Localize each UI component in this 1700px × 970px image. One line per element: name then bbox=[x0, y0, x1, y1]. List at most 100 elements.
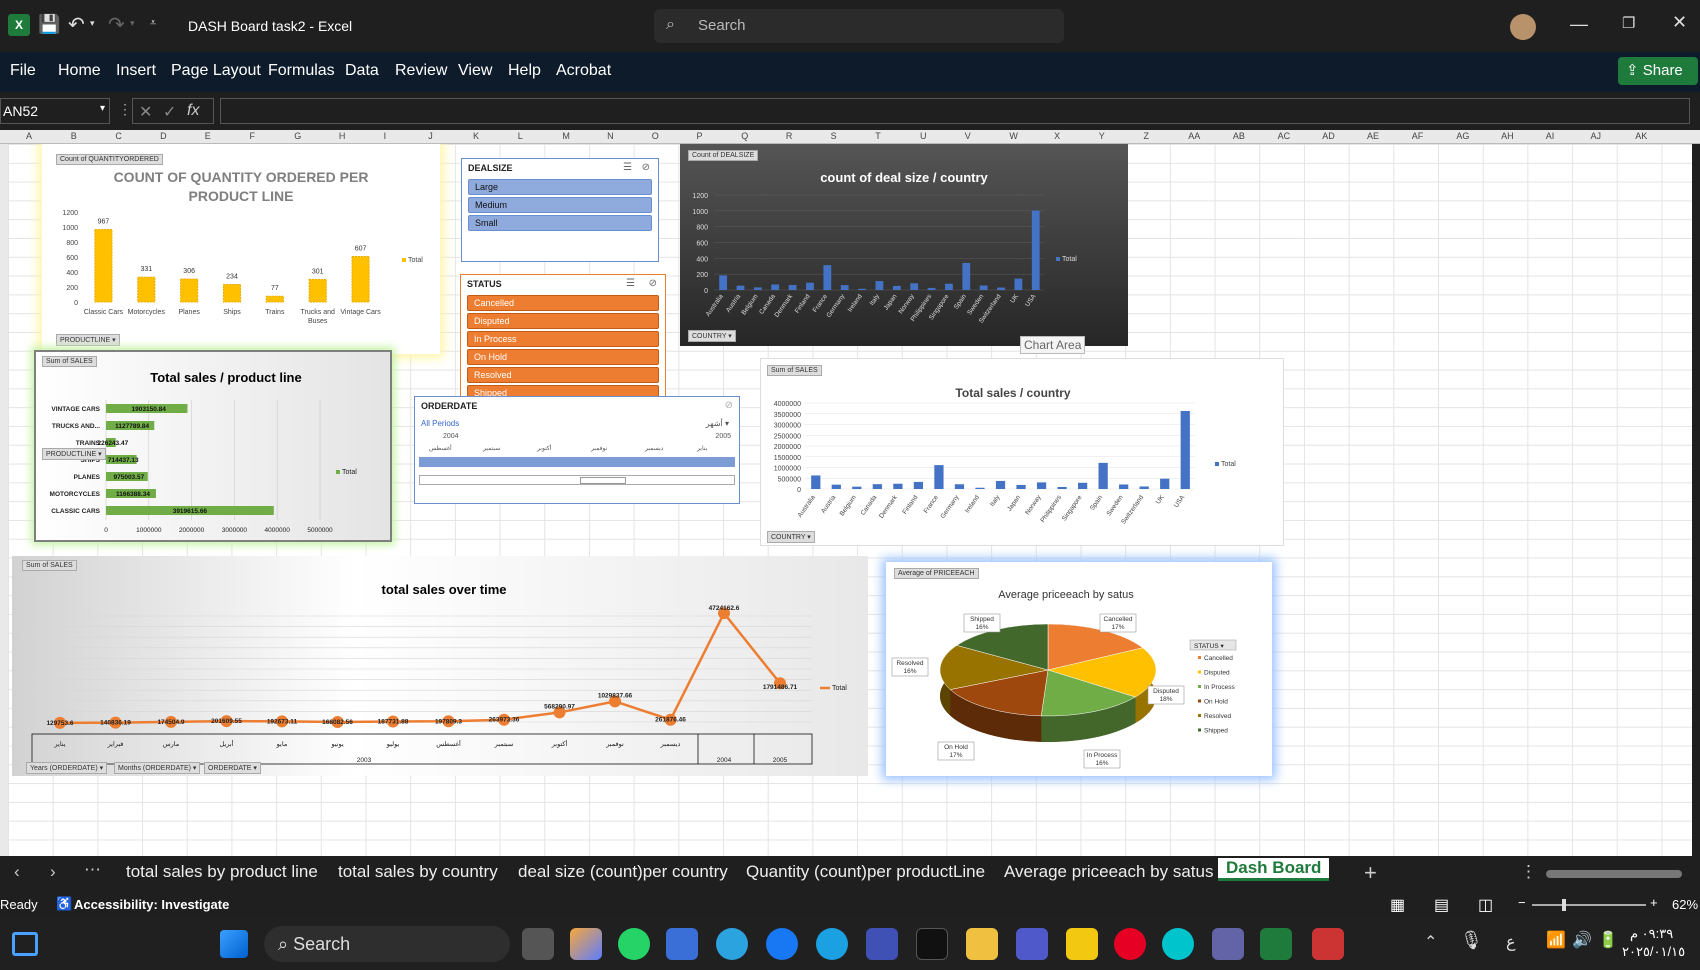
column-header[interactable]: AH bbox=[1501, 131, 1514, 141]
column-header[interactable]: AJ bbox=[1591, 131, 1602, 141]
timeline-scrollbar[interactable] bbox=[419, 475, 735, 485]
teams-icon[interactable] bbox=[1016, 928, 1048, 960]
copilot-icon[interactable] bbox=[570, 928, 602, 960]
widgets-icon[interactable] bbox=[12, 932, 38, 956]
more-tabs-icon[interactable]: ⋯ bbox=[84, 860, 101, 880]
column-header[interactable]: W bbox=[1009, 131, 1018, 141]
column-header[interactable]: AK bbox=[1635, 131, 1647, 141]
column-header[interactable]: AC bbox=[1278, 131, 1291, 141]
column-header[interactable]: AF bbox=[1412, 131, 1424, 141]
menu-item-insert[interactable]: Insert bbox=[116, 62, 156, 80]
timeline-month[interactable]: يناير bbox=[697, 445, 707, 452]
column-header[interactable]: M bbox=[562, 131, 570, 141]
telegram-icon[interactable] bbox=[716, 928, 748, 960]
timeline-bar[interactable] bbox=[419, 457, 735, 467]
wifi-icon[interactable]: 📶 bbox=[1546, 930, 1566, 950]
redo-icon[interactable]: ↷ bbox=[108, 12, 125, 37]
menu-item-help[interactable]: Help bbox=[508, 62, 541, 80]
column-header[interactable]: Q bbox=[741, 131, 748, 141]
column-header[interactable]: B bbox=[71, 131, 77, 141]
sales-over-time-chart[interactable]: Sum of SALES total sales over time 129753… bbox=[12, 556, 868, 776]
more-icon[interactable]: ⋮ bbox=[118, 101, 132, 118]
menu-item-file[interactable]: File bbox=[10, 62, 36, 80]
clock-time[interactable]: ٠٩:٣٩ م bbox=[1630, 926, 1673, 942]
menu-item-review[interactable]: Review bbox=[395, 62, 447, 80]
file-explorer-icon[interactable] bbox=[966, 928, 998, 960]
column-header[interactable]: K bbox=[473, 131, 479, 141]
worksheet-grid[interactable]: Count of QUANTITYORDERED COUNT OF QUANTI… bbox=[8, 144, 1692, 856]
unit-select[interactable]: أشهر ▾ bbox=[706, 419, 729, 428]
whatsapp-icon[interactable] bbox=[618, 928, 650, 960]
canva-icon[interactable] bbox=[1162, 928, 1194, 960]
column-header[interactable]: U bbox=[920, 131, 927, 141]
menu-item-data[interactable]: Data bbox=[345, 62, 379, 80]
avatar[interactable] bbox=[1510, 14, 1536, 40]
slicer-item[interactable]: Disputed bbox=[467, 313, 659, 329]
horizontal-scrollbar[interactable] bbox=[1546, 870, 1682, 878]
menu-item-view[interactable]: View bbox=[458, 62, 492, 80]
menu-item-acrobat[interactable]: Acrobat bbox=[556, 62, 611, 80]
productline-filter[interactable]: PRODUCTLINE ▾ bbox=[56, 334, 120, 346]
cancel-icon[interactable]: ✕ bbox=[139, 102, 152, 122]
quantity-chart[interactable]: Count of QUANTITYORDERED COUNT OF QUANTI… bbox=[42, 144, 440, 354]
column-header[interactable]: AA bbox=[1188, 131, 1200, 141]
slicer-item[interactable]: Cancelled bbox=[467, 295, 659, 311]
redo-dropdown-icon[interactable]: ▾ bbox=[130, 18, 135, 29]
column-header[interactable]: G bbox=[294, 131, 301, 141]
tab-next-icon[interactable]: › bbox=[50, 862, 56, 882]
column-header[interactable]: P bbox=[697, 131, 703, 141]
language-indicator[interactable]: ع bbox=[1506, 932, 1516, 952]
dealsize-country-chart[interactable]: Count of DEALSIZE count of deal size / c… bbox=[680, 144, 1128, 346]
sheet-tab[interactable]: deal size (count)per country bbox=[518, 862, 728, 882]
column-header[interactable]: AI bbox=[1546, 131, 1555, 141]
column-header[interactable]: Y bbox=[1099, 131, 1105, 141]
fx-icon[interactable]: fx bbox=[187, 102, 199, 120]
tray-chevron-icon[interactable]: ⌃ bbox=[1424, 932, 1437, 952]
timeline-month[interactable]: أكتوبر bbox=[537, 445, 551, 452]
timeline-month[interactable]: ديسمبر bbox=[645, 445, 663, 452]
column-header[interactable]: E bbox=[205, 131, 211, 141]
search-box[interactable]: ⌕ Search bbox=[654, 9, 1064, 43]
sheet-tab[interactable]: Average priceeach by satus bbox=[1004, 862, 1213, 882]
column-header[interactable]: C bbox=[115, 131, 122, 141]
country-filter[interactable]: COUNTRY ▾ bbox=[767, 531, 815, 543]
clock-date[interactable]: ٢٠٢٥/٠١/١٥ bbox=[1622, 944, 1685, 960]
task-view-icon[interactable] bbox=[522, 928, 554, 960]
slicer-item[interactable]: In Process bbox=[467, 331, 659, 347]
customize-toolbar-icon[interactable]: ⩡ bbox=[150, 17, 156, 30]
clear-filter-icon[interactable]: ⊘ bbox=[725, 400, 733, 411]
power-bi-icon[interactable] bbox=[1066, 928, 1098, 960]
column-header[interactable]: V bbox=[965, 131, 971, 141]
timeline-month[interactable]: سبتمبر bbox=[483, 445, 500, 452]
column-header[interactable]: H bbox=[339, 131, 346, 141]
slicer-item[interactable]: Medium bbox=[468, 197, 652, 213]
sheet-tab[interactable]: Dash Board bbox=[1218, 858, 1330, 881]
undo-dropdown-icon[interactable]: ▾ bbox=[90, 18, 95, 29]
sales-country-chart[interactable]: Sum of SALES Total sales / country 400000… bbox=[760, 358, 1284, 546]
column-header[interactable]: A bbox=[26, 131, 32, 141]
share-button[interactable]: ⇪ Share ⌄ bbox=[1618, 57, 1698, 107]
column-header[interactable]: T bbox=[875, 131, 881, 141]
column-header[interactable]: AE bbox=[1367, 131, 1379, 141]
menu-item-page-layout[interactable]: Page Layout bbox=[171, 62, 261, 80]
orderdate-timeline[interactable]: ORDERDATE ⊘ All Periods أشهر ▾ 2004 2005… bbox=[414, 396, 740, 504]
column-header[interactable]: AB bbox=[1233, 131, 1245, 141]
clear-filter-icon[interactable]: ⊘ bbox=[642, 162, 650, 173]
options-icon[interactable]: ⋮ bbox=[1520, 862, 1537, 882]
column-header[interactable]: I bbox=[384, 131, 387, 141]
teams-classic-icon[interactable] bbox=[1212, 928, 1244, 960]
edge-icon[interactable] bbox=[816, 928, 848, 960]
column-header[interactable]: AD bbox=[1322, 131, 1335, 141]
zoom-level[interactable]: 62% bbox=[1672, 897, 1698, 912]
chart-filter-button[interactable]: Months (ORDERDATE) ▾ bbox=[114, 762, 201, 774]
column-header[interactable]: Z bbox=[1144, 131, 1150, 141]
save-icon[interactable]: 💾 bbox=[38, 14, 60, 35]
zoom-out-icon[interactable]: − bbox=[1518, 895, 1526, 910]
chart-filter-button[interactable]: Years (ORDERDATE) ▾ bbox=[26, 762, 108, 774]
undo-icon[interactable]: ↶ bbox=[68, 12, 85, 37]
clear-filter-icon[interactable]: ⊘ bbox=[649, 278, 657, 289]
column-header[interactable]: AG bbox=[1456, 131, 1469, 141]
tiktok-icon[interactable] bbox=[916, 928, 948, 960]
menu-item-formulas[interactable]: Formulas bbox=[268, 62, 335, 80]
tab-prev-icon[interactable]: ‹ bbox=[14, 862, 20, 882]
